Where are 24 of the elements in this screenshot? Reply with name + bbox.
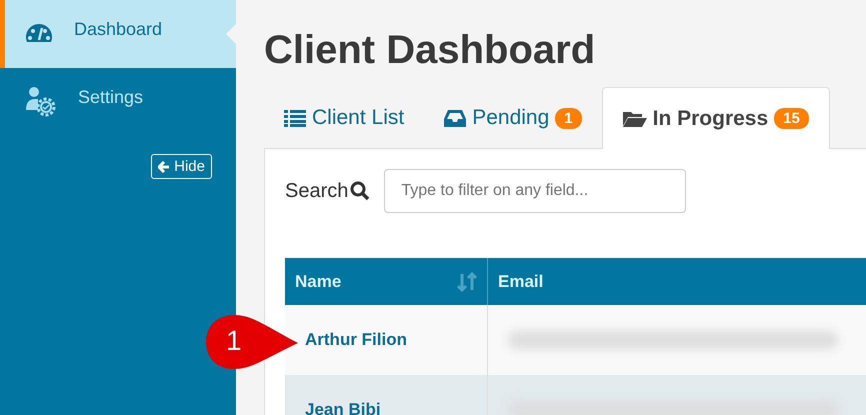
inbox-icon <box>444 109 466 127</box>
column-header[interactable]: Name <box>285 258 488 305</box>
page-title: Client Dashboard <box>264 27 596 74</box>
tab[interactable]: Client List <box>264 88 424 148</box>
client-name-link[interactable]: Arthur Filion <box>305 330 407 349</box>
sort-icon <box>457 272 477 292</box>
count-badge: 1 <box>555 108 582 128</box>
search-field[interactable]: Type to filter on any field... <box>384 169 686 213</box>
sidebar-item[interactable]: Dashboard <box>0 0 236 68</box>
sidebar-item[interactable]: Settings <box>0 68 236 136</box>
search-icon <box>350 181 370 201</box>
user-gear-icon <box>24 86 58 118</box>
active-pointer-icon <box>226 24 236 44</box>
client-name-link[interactable]: Jean Bibi <box>305 400 381 415</box>
hide-button[interactable]: Hide <box>151 154 212 179</box>
column-header[interactable]: Email <box>488 258 866 305</box>
count-badge: 15 <box>774 108 809 129</box>
tab[interactable]: Pending 1 <box>424 88 602 148</box>
folder-icon <box>622 110 647 128</box>
step-callout: 1 <box>204 313 300 371</box>
list-icon <box>284 109 306 127</box>
tab[interactable]: In Progress 15 <box>602 87 830 149</box>
search-label: Search <box>285 180 348 202</box>
arrow-left-icon <box>158 160 170 172</box>
